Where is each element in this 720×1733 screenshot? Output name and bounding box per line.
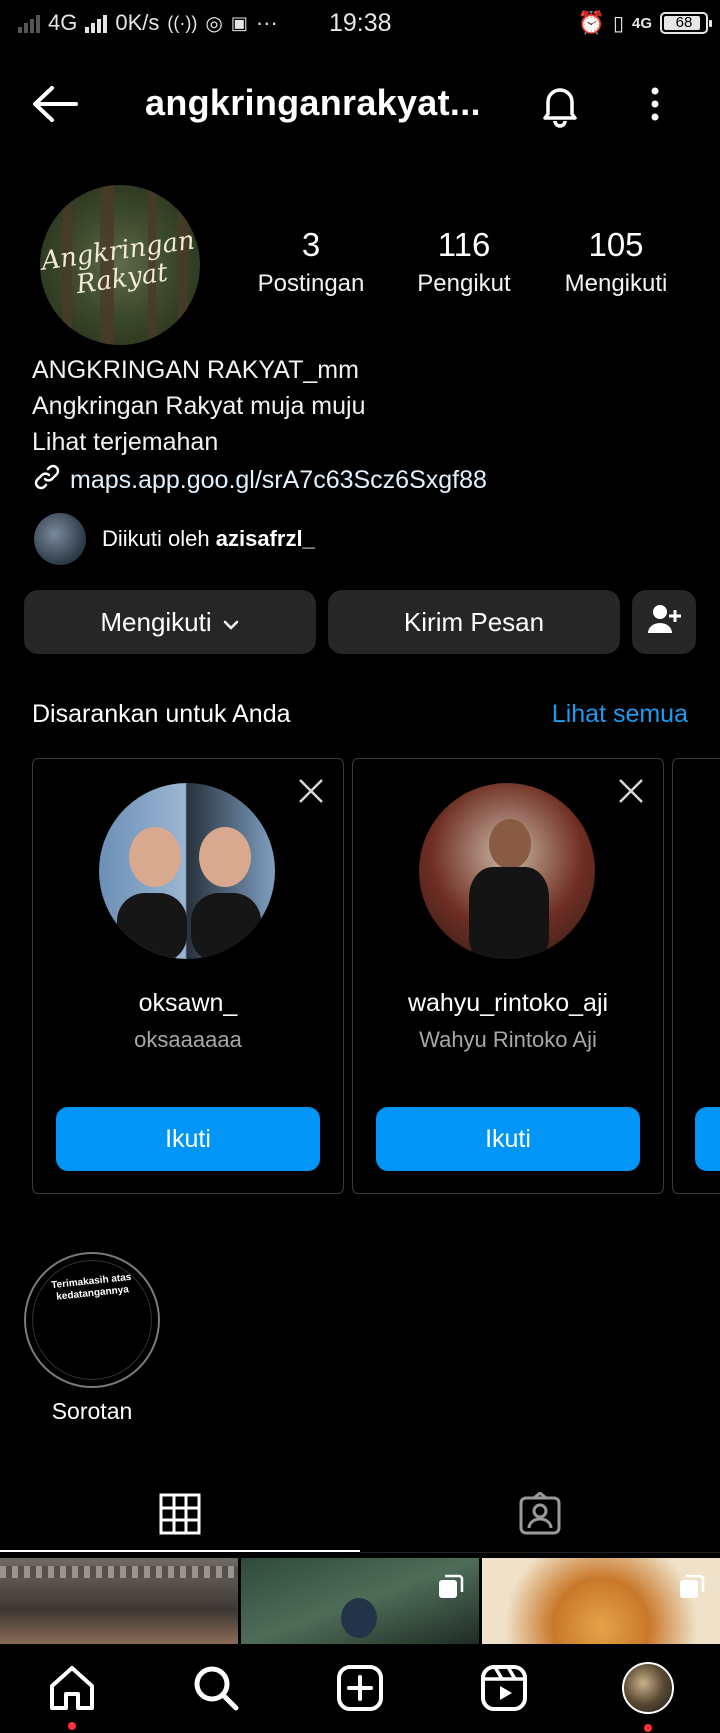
more-notifications-icon: ··· <box>255 10 278 35</box>
followers-label: Pengikut <box>417 270 511 297</box>
follow-button[interactable]: Ikuti <box>376 1107 640 1171</box>
network-type-right: 4G <box>631 14 652 32</box>
home-icon[interactable] <box>46 1662 98 1714</box>
follow-button[interactable]: Ikuti <box>56 1107 320 1171</box>
follower-avatar <box>34 513 86 565</box>
profile-avatar-tab[interactable] <box>622 1662 674 1714</box>
following-button-label: Mengikuti <box>100 606 212 637</box>
tagged-user-icon <box>518 1490 562 1541</box>
profile-username: angkringanrakyat... <box>145 82 481 123</box>
profile-name: ANGKRINGAN RAKYAT_mm <box>32 356 359 384</box>
suggest-people-button[interactable] <box>632 590 696 654</box>
close-icon[interactable] <box>297 777 325 805</box>
post-thumbnail[interactable] <box>241 1558 479 1644</box>
grid-icon <box>159 1493 201 1540</box>
followed-by-text: Diikuti oleh azisafrzl_ <box>102 526 315 552</box>
following-label: Mengikuti <box>564 270 668 297</box>
following-count: 105 <box>588 226 644 263</box>
message-button[interactable]: Kirim Pesan <box>328 590 620 654</box>
network-type: 4G <box>48 10 78 35</box>
suggestion-fullname: oksaaaaaa <box>134 1027 242 1052</box>
highlight-label: Sorotan <box>51 1398 133 1424</box>
close-icon[interactable] <box>617 777 645 805</box>
suggestion-card-partial[interactable] <box>672 758 720 1194</box>
battery-level: 68 <box>675 14 693 31</box>
active-tab-indicator <box>0 1550 360 1552</box>
back-arrow-icon[interactable] <box>30 84 80 124</box>
followed-by-prefix: Diikuti oleh <box>102 526 210 551</box>
profile-notification-dot <box>644 1724 652 1732</box>
multiple-posts-icon <box>678 1572 706 1600</box>
signal-icon <box>18 13 40 33</box>
suggestion-fullname: Wahyu Rintoko Aji <box>419 1027 597 1052</box>
chevron-down-icon <box>222 607 240 638</box>
story-highlight[interactable]: Terimakasih atas kedatangannya <box>24 1252 160 1388</box>
create-post-icon[interactable] <box>334 1662 386 1714</box>
multiple-posts-icon <box>437 1572 465 1600</box>
follow-button-partial[interactable] <box>695 1107 720 1171</box>
suggestion-username[interactable]: wahyu_rintoko_aji <box>353 989 663 1018</box>
suggestions-title: Disarankan untuk Anda <box>32 700 291 728</box>
home-notification-dot <box>68 1722 76 1730</box>
app-icon: ▣ <box>230 12 248 33</box>
post-thumbnail[interactable] <box>482 1558 720 1644</box>
suggestion-avatar <box>419 783 595 959</box>
battery-icon: 68 <box>660 12 712 34</box>
posts-count: 3 <box>301 226 321 263</box>
post-thumbnail[interactable] <box>0 1558 238 1644</box>
bell-icon[interactable] <box>536 80 584 128</box>
more-options-icon[interactable] <box>640 84 670 124</box>
posts-stat[interactable]: 3 Postingan <box>246 226 376 298</box>
posts-label: Postingan <box>257 270 365 297</box>
followers-stat[interactable]: 116 Pengikut <box>404 226 524 298</box>
signal-strong-icon <box>85 13 108 33</box>
search-icon[interactable] <box>190 1662 242 1714</box>
message-button-label: Kirim Pesan <box>403 606 545 637</box>
website-url: maps.app.goo.gl/srA7c63Scz6Sxgf88 <box>70 466 487 494</box>
suggestion-card[interactable]: wahyu_rintoko_aji Wahyu Rintoko Aji Ikut… <box>352 758 664 1194</box>
add-person-icon <box>647 604 681 641</box>
following-button[interactable]: Mengikuti <box>24 590 316 654</box>
reels-icon[interactable] <box>478 1662 530 1714</box>
network-speed: 0K/s <box>115 10 160 35</box>
alarm-icon: ⏰ <box>577 10 605 35</box>
tab-tagged[interactable] <box>360 1480 720 1552</box>
tab-divider <box>360 1552 720 1553</box>
clock: 19:38 <box>329 9 392 37</box>
profile-avatar[interactable]: Angkringan Rakyat <box>40 185 200 345</box>
vibrate-icon: ▯ <box>612 12 624 35</box>
whatsapp-icon: ◎ <box>205 12 223 35</box>
link-icon <box>32 462 62 499</box>
followed-by[interactable]: Diikuti oleh azisafrzl_ <box>34 513 315 565</box>
translate-link[interactable]: Lihat terjemahan <box>32 428 218 457</box>
tab-posts-grid[interactable] <box>0 1480 360 1552</box>
see-all-link[interactable]: Lihat semua <box>552 700 688 729</box>
suggestion-avatar <box>99 783 275 959</box>
following-stat[interactable]: 105 Mengikuti <box>552 226 680 298</box>
followers-count: 116 <box>437 226 491 263</box>
hotspot-icon: ((·)) <box>167 12 198 33</box>
suggestion-username[interactable]: oksawn_ <box>33 989 343 1018</box>
followed-by-user: azisafrzl_ <box>215 526 315 551</box>
website-link[interactable]: maps.app.goo.gl/srA7c63Scz6Sxgf88 <box>32 462 487 499</box>
bottom-navigation <box>0 1644 720 1733</box>
profile-bio: Angkringan Rakyat muja muju <box>32 392 366 420</box>
suggestion-card[interactable]: oksawn_ oksaaaaaa Ikuti <box>32 758 344 1194</box>
status-bar: 4G 0K/s ((·)) ◎ ▣ ··· 19:38 ⏰ ▯ 4G 68 <box>0 0 720 48</box>
